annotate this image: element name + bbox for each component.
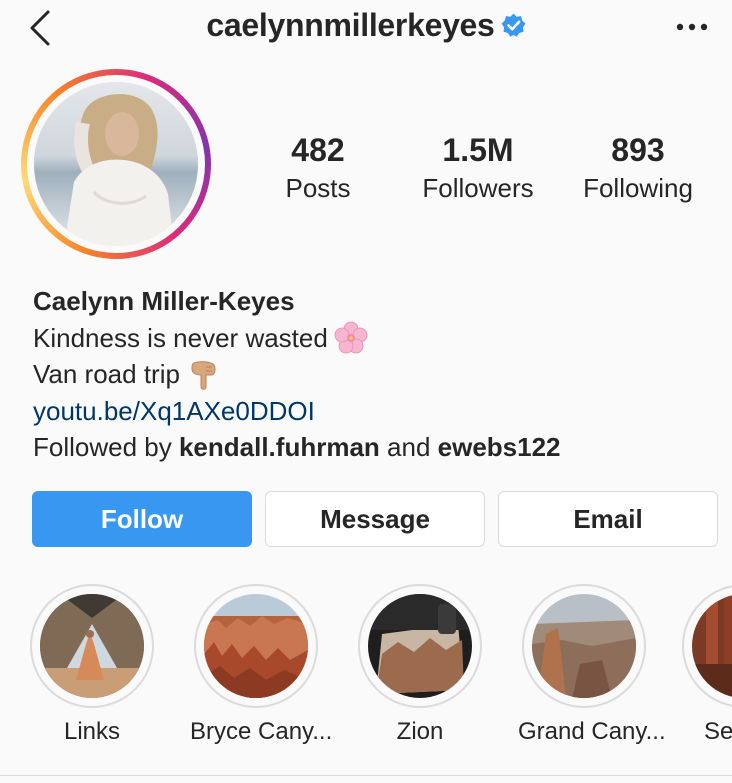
highlight-cover [368, 594, 472, 698]
avatar-border [27, 75, 205, 253]
follow-button[interactable]: Follow [32, 491, 252, 547]
bio-line-2: Van road trip [33, 356, 713, 393]
followed-by-and: and [387, 432, 431, 462]
highlight-cover [40, 594, 144, 698]
bio-line-1: Kindness is never wasted [33, 320, 713, 357]
followers-count: 1.5M [442, 132, 514, 168]
display-name: Caelynn Miller-Keyes [33, 286, 295, 316]
profile-bio: Caelynn Miller-Keyes Kindness is never w… [33, 283, 713, 466]
highlight-zion[interactable]: Zion [354, 584, 486, 746]
highlight-cover [532, 594, 636, 698]
highlight-ring [358, 584, 482, 708]
highlight-ring [522, 584, 646, 708]
highlight-partial[interactable]: Se [682, 584, 732, 746]
bio-link[interactable]: youtu.be/Xq1AXe0DDOI [33, 396, 315, 426]
followed-by-line[interactable]: Followed by kendall.fuhrman and ewebs122 [33, 429, 713, 466]
highlight-links[interactable]: Links [26, 584, 158, 746]
avatar-story-ring[interactable] [21, 69, 211, 259]
pointing-down-emoji-icon [191, 361, 216, 390]
following-label: Following [583, 173, 693, 203]
posts-count: 482 [291, 132, 345, 168]
posts-label: Posts [285, 173, 351, 203]
highlight-ring [682, 584, 732, 708]
profile-header: caelynnmillerkeyes [0, 0, 732, 60]
highlight-ring [194, 584, 318, 708]
followed-by-prefix: Followed by [33, 432, 172, 462]
bio-text-2: Van road trip [33, 359, 180, 389]
following-count: 893 [611, 132, 665, 168]
highlight-label: Bryce Cany... [190, 718, 333, 745]
highlight-bryce-canyon[interactable]: Bryce Cany... [190, 584, 333, 746]
followed-by-user-2[interactable]: ewebs122 [438, 432, 561, 462]
bio-text-1: Kindness is never wasted [33, 322, 328, 353]
highlight-label: Grand Cany... [518, 718, 666, 745]
profile-page: caelynnmillerkeyes 482 Posts 1.5M Follow… [0, 0, 732, 783]
highlight-grand-canyon[interactable]: Grand Cany... [518, 584, 666, 746]
more-options-button[interactable] [672, 10, 712, 44]
highlight-cover [692, 594, 732, 698]
followers-label: Followers [422, 173, 534, 203]
divider [0, 775, 732, 776]
highlight-label: Links [63, 718, 121, 745]
email-button[interactable]: Email [498, 491, 718, 547]
highlight-label: Se [704, 718, 732, 745]
highlight-ring [30, 584, 154, 708]
username-text: caelynnmillerkeyes [206, 7, 495, 43]
more-horizontal-icon [676, 23, 708, 31]
highlight-label: Zion [396, 718, 444, 745]
verified-badge-icon [501, 13, 525, 37]
followers-stat[interactable]: 1.5M Followers [403, 132, 553, 206]
followed-by-user-1[interactable]: kendall.fuhrman [179, 432, 380, 462]
avatar-image [34, 82, 198, 246]
posts-stat[interactable]: 482 Posts [243, 132, 393, 206]
avatar [34, 82, 198, 246]
message-button[interactable]: Message [265, 491, 485, 547]
highlight-cover [204, 594, 308, 698]
following-stat[interactable]: 893 Following [563, 132, 713, 206]
bio-link-line: youtu.be/Xq1AXe0DDOI [33, 393, 713, 430]
cherry-blossom-emoji-icon [334, 321, 368, 353]
username-title: caelynnmillerkeyes [0, 7, 732, 44]
